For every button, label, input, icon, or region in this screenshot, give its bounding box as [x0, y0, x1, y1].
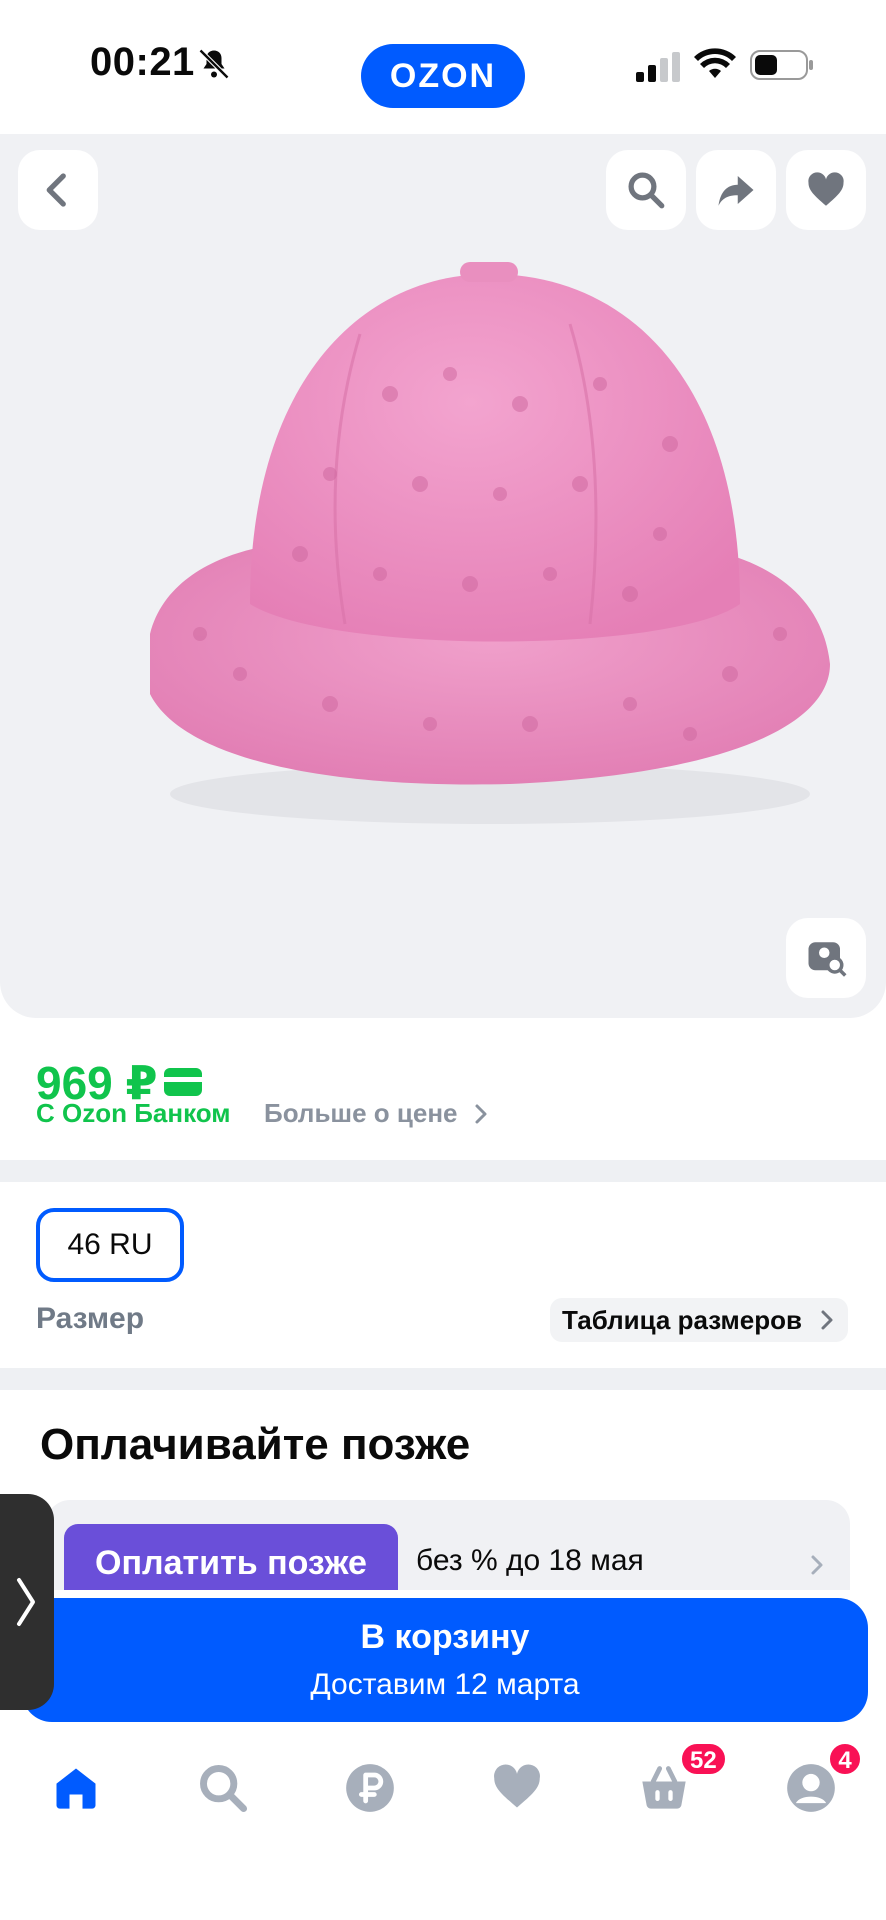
back-button[interactable] — [18, 150, 98, 230]
battery-icon — [750, 50, 813, 80]
tab-search[interactable] — [197, 1762, 249, 1814]
visual-search-icon — [808, 942, 847, 977]
product-gallery[interactable] — [0, 134, 886, 1018]
cart-count-badge: 52 — [680, 1742, 727, 1776]
profile-badge: 4 — [828, 1742, 862, 1776]
more-about-price-link[interactable]: Больше о цене — [264, 1098, 458, 1129]
chevron-right-icon — [475, 1104, 487, 1124]
chevron-right-icon — [17, 1578, 35, 1626]
divider — [0, 1160, 886, 1182]
pay-later-title: Оплачивайте позже — [40, 1420, 471, 1469]
tab-finance[interactable] — [344, 1762, 396, 1814]
ozon-logo: OZON — [361, 44, 525, 108]
search-icon — [628, 172, 665, 209]
cart-icon — [642, 1766, 686, 1809]
product-image[interactable] — [130, 254, 850, 854]
divider — [0, 1368, 886, 1390]
favorites-icon — [494, 1764, 540, 1808]
profile-icon — [787, 1764, 835, 1812]
signal-icon — [636, 52, 680, 82]
tab-favorites[interactable] — [491, 1762, 543, 1814]
tab-cart[interactable] — [638, 1762, 690, 1814]
wifi-icon — [694, 48, 736, 78]
tab-profile[interactable] — [785, 1762, 837, 1814]
favorite-button[interactable] — [786, 150, 866, 230]
add-to-cart-button[interactable]: В корзину Доставим 12 марта — [22, 1598, 868, 1722]
chevron-right-icon — [811, 1555, 823, 1575]
pay-later-offer[interactable]: Оплатить позже без % до 18 мая — [46, 1500, 850, 1590]
chevron-right-icon — [821, 1310, 833, 1330]
search-icon — [200, 1765, 248, 1813]
pay-later-button[interactable]: Оплатить позже — [64, 1524, 398, 1590]
status-bar: 00:21 OZON — [0, 0, 886, 130]
size-table-label: Таблица размеров — [562, 1304, 802, 1335]
delivery-date: Доставим 12 марта — [310, 1668, 580, 1701]
price-card: 969 ₽ — [0, 1018, 886, 1160]
side-panel-handle[interactable] — [0, 1494, 54, 1710]
ozon-bank-label: С Ozon Банком — [36, 1098, 231, 1128]
share-button[interactable] — [696, 150, 776, 230]
share-icon — [718, 176, 754, 206]
heart-icon — [808, 172, 844, 206]
tab-home[interactable] — [50, 1762, 102, 1814]
size-table-link[interactable]: Таблица размеров — [550, 1298, 848, 1342]
pay-later-terms: без % до 18 мая — [416, 1544, 644, 1577]
size-label: Размер — [36, 1302, 145, 1335]
search-button[interactable] — [606, 150, 686, 230]
visual-search-button[interactable] — [786, 918, 866, 998]
clock: 00:21 — [90, 40, 195, 84]
back-icon — [46, 173, 66, 207]
size-option-selected[interactable]: 46 RU — [36, 1208, 184, 1282]
bell-off-icon — [198, 48, 230, 80]
bottom-tab-bar — [0, 1722, 886, 1920]
add-to-cart-label: В корзину — [360, 1618, 530, 1656]
ruble-icon — [346, 1764, 394, 1812]
bank-card-icon — [164, 1068, 202, 1096]
home-icon — [56, 1768, 96, 1809]
